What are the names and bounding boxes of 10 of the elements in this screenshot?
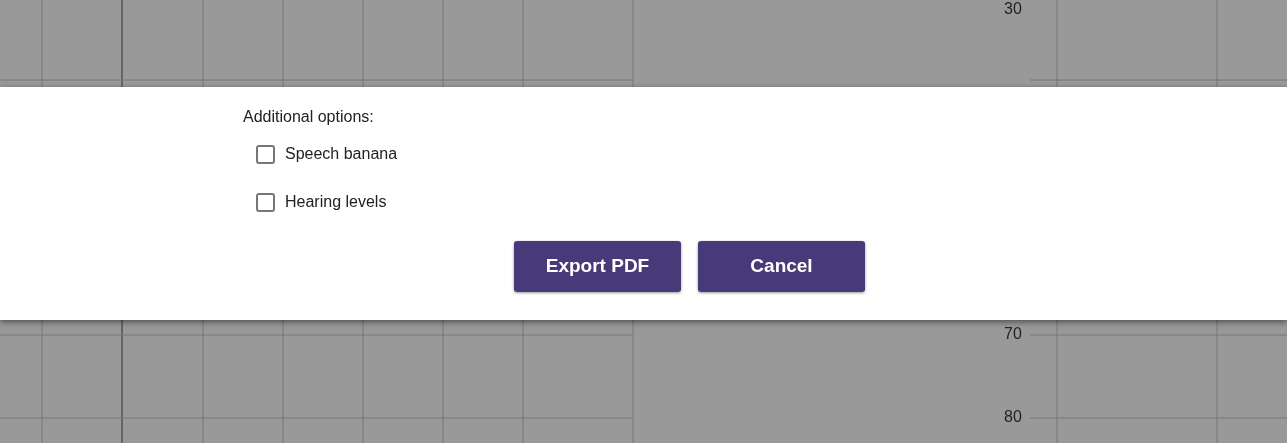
axis-tick-label: 70 — [1004, 325, 1022, 343]
options-heading: Additional options: — [243, 107, 375, 127]
cancel-button[interactable]: Cancel — [698, 241, 865, 292]
checkbox[interactable] — [256, 192, 275, 212]
checkbox-label: Speech banana — [285, 144, 398, 164]
checkbox[interactable] — [256, 144, 275, 164]
export-button[interactable]: Export PDF — [514, 241, 681, 292]
axis-tick-label: 30 — [1004, 0, 1022, 18]
axis-tick-label: 80 — [1004, 408, 1022, 426]
checkbox-label: Hearing levels — [285, 192, 387, 212]
